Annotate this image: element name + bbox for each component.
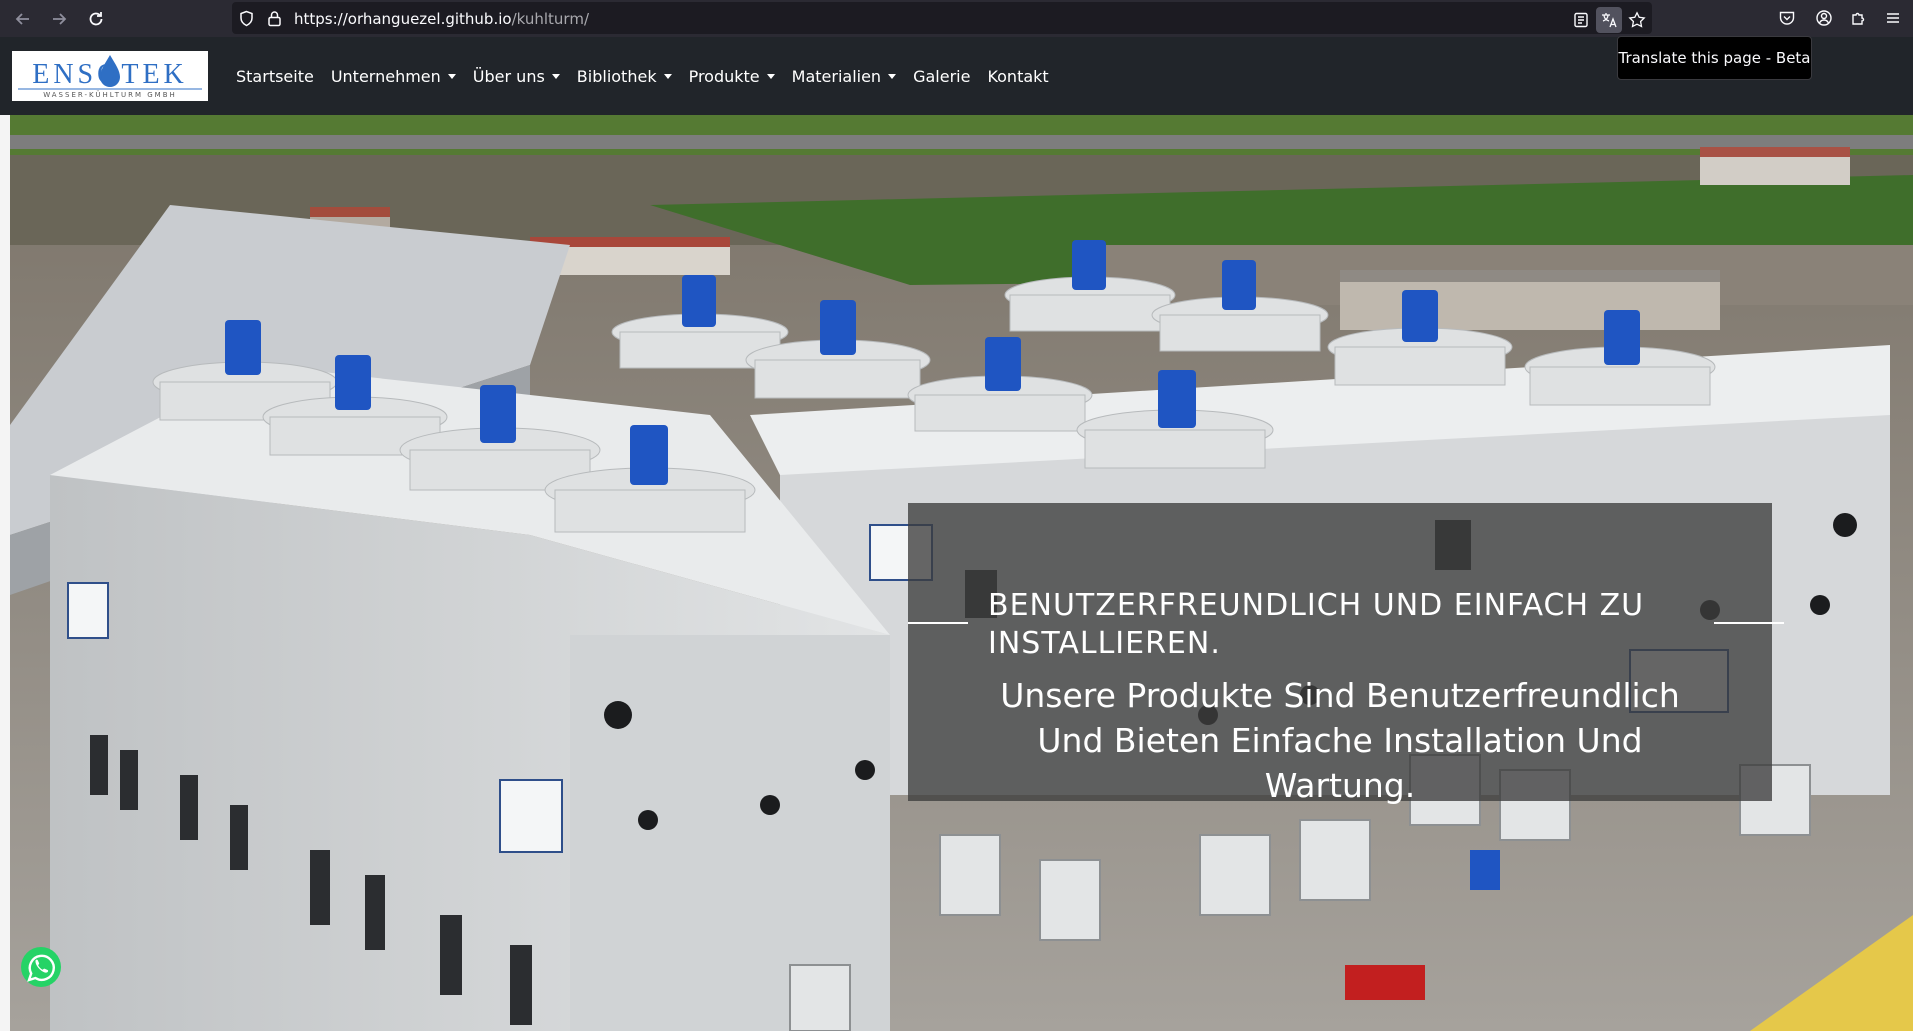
forward-button[interactable] [46, 6, 72, 32]
translate-tooltip: Translate this page - Beta [1617, 36, 1812, 80]
nav-unternehmen[interactable]: Unternehmen [331, 67, 456, 86]
nav-bibliothek[interactable]: Bibliothek [577, 67, 672, 86]
caption-line-left [908, 622, 968, 624]
extensions-icon[interactable] [1849, 8, 1869, 28]
forward-icon [53, 13, 67, 25]
caret-down-icon [888, 73, 897, 79]
translate-icon[interactable] [1596, 7, 1622, 33]
caret-down-icon [663, 73, 672, 79]
nav-startseite[interactable]: Startseite [236, 67, 314, 86]
hero-title: BENUTZERFREUNDLICH UND EINFACH ZU INSTAL… [988, 588, 1645, 661]
logo-subtext: WASSER-KÜHLTURM GMBH [43, 90, 177, 99]
hero-caption-box: BENUTZERFREUNDLICH UND EINFACH ZU INSTAL… [908, 503, 1784, 805]
back-icon [15, 13, 29, 25]
nav-galerie[interactable]: Galerie [913, 67, 970, 86]
nav-kontakt[interactable]: Kontakt [987, 67, 1048, 86]
hero-text: Unsere Produkte Sind Benutzerfreundlich … [1000, 676, 1680, 805]
nav-materialien[interactable]: Materialien [791, 66, 897, 86]
hero-section: BENUTZERFREUNDLICH UND EINFACH ZU INSTAL… [10, 115, 1913, 1031]
menu-icon[interactable] [1883, 8, 1903, 28]
address-bar[interactable]: https://orhanguezel.github.io/kuhlturm/ [232, 2, 1652, 34]
shield-icon[interactable] [238, 10, 255, 27]
account-icon[interactable] [1814, 8, 1834, 28]
lock-icon[interactable] [266, 10, 283, 27]
main-menu: Startseite Unternehmen Über uns Biblioth… [236, 37, 1066, 115]
nav-label: Kontakt [987, 66, 1049, 86]
url-path: /kuhlturm/ [511, 10, 589, 28]
nav-label: Unternehmen [330, 66, 441, 86]
caret-down-icon [766, 73, 775, 79]
nav-label: Bibliothek [576, 66, 657, 86]
nav-produkte[interactable]: Produkte [689, 67, 775, 86]
url-text[interactable]: https://orhanguezel.github.io/kuhlturm/ [294, 10, 589, 28]
logo-text: ENSOTEK [32, 59, 188, 90]
browser-toolbar: https://orhanguezel.github.io/kuhlturm/ [0, 0, 1913, 37]
caption-line-right [1714, 622, 1784, 624]
reader-view-icon[interactable] [1571, 10, 1591, 30]
reload-icon [89, 12, 103, 26]
back-button[interactable] [10, 6, 36, 32]
ensotek-logo[interactable]: ENSOTEK WASSER-KÜHLTURM GMBH [12, 51, 208, 101]
nav-label: Galerie [913, 66, 971, 86]
page-gutter [0, 115, 10, 1031]
nav-ueber-uns[interactable]: Über uns [473, 67, 560, 86]
nav-label: Produkte [688, 66, 760, 86]
whatsapp-icon[interactable] [18, 944, 64, 990]
caret-down-icon [447, 73, 456, 79]
caret-down-icon [551, 73, 560, 79]
nav-label: Über uns [472, 66, 545, 86]
pocket-icon[interactable] [1777, 8, 1797, 28]
url-host: https://orhanguezel.github.io [294, 10, 512, 28]
nav-label: Startseite [236, 66, 314, 86]
reload-button[interactable] [83, 6, 109, 32]
bookmark-star-icon[interactable] [1627, 10, 1647, 30]
nav-label: Materialien [791, 66, 882, 86]
